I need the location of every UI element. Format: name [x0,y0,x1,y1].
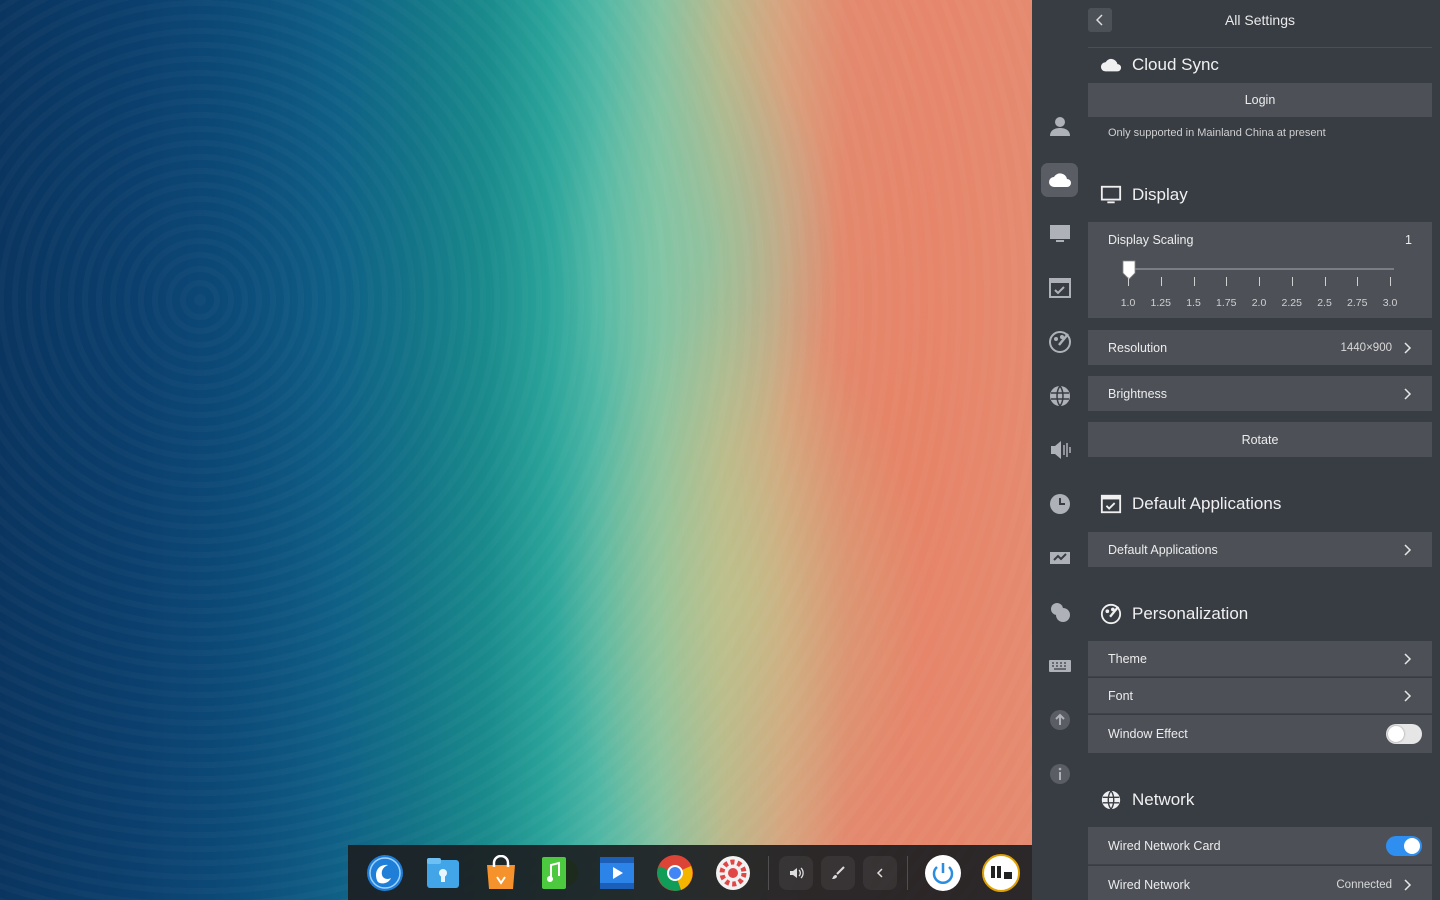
resolution-row[interactable]: Resolution 1440×900 [1088,330,1432,365]
personalization-icon[interactable] [1041,325,1078,359]
dock [348,845,1032,900]
display-scaling-value: 1 [1405,233,1412,247]
resolution-value: 1440×900 [1340,341,1393,354]
datetime-icon[interactable] [1041,487,1078,521]
scaling-tick [1291,277,1293,286]
dock-separator [907,855,908,890]
palette-icon [1100,603,1122,625]
login-button[interactable]: Login [1088,83,1432,117]
display-section-title: Display [1100,184,1188,206]
scaling-tick-label: 2.25 [1281,297,1302,309]
wired-network-status: Connected [1336,879,1392,891]
brightness-label: Brightness [1108,386,1168,401]
wired-network-row[interactable]: Wired Network Connected [1088,866,1432,900]
launcher-icon[interactable] [364,852,406,894]
power-management-icon[interactable] [1041,541,1078,575]
app-store-icon[interactable] [480,852,522,894]
chevron-right-icon [1404,387,1412,400]
scaling-tick [1160,277,1162,286]
window-effect-label: Window Effect [1108,727,1188,741]
keyboard-icon[interactable] [1041,649,1078,683]
scaling-tick [1193,277,1195,286]
display-scaling-label: Display Scaling [1108,233,1194,247]
scaling-tick-label: 1.25 [1150,297,1171,309]
brush-icon[interactable] [821,855,855,890]
settings-icon[interactable] [712,852,754,894]
settings-content: All Settings Cloud Sync Login Only suppo… [1088,0,1440,900]
cloud-sync-section-title: Cloud Sync [1100,54,1219,76]
sound-icon[interactable] [1041,433,1078,467]
file-manager-icon[interactable] [422,852,464,894]
font-label: Font [1108,688,1134,703]
rotate-button[interactable]: Rotate [1088,422,1432,457]
window-effect-toggle[interactable] [1386,724,1422,744]
display-scaling-row: Display Scaling 1 1.0 1.25 1.5 1.75 2.0 2.25 2… [1088,222,1432,318]
page-title: All Settings [1224,12,1296,28]
chevron-right-icon [1404,543,1412,556]
chrome-icon[interactable] [654,852,696,894]
desktop-wallpaper [0,0,1032,900]
collapse-icon[interactable] [863,855,897,890]
nav-rail [1032,0,1088,900]
music-icon[interactable] [538,852,580,894]
default-apps-icon [1100,494,1122,514]
wired-card-label: Wired Network Card [1108,838,1221,853]
wired-card-toggle[interactable] [1386,835,1422,856]
wired-network-card-row: Wired Network Card [1088,827,1432,865]
update-icon[interactable] [1041,703,1078,737]
default-apps-icon[interactable] [1041,271,1078,305]
window-effect-row: Window Effect [1088,715,1432,753]
mouse-icon[interactable] [1041,595,1078,629]
power-icon[interactable] [922,852,964,894]
clock-icon[interactable] [980,852,1022,894]
scaling-tick-label: 1.5 [1186,297,1201,309]
default-apps-row[interactable]: Default Applications [1088,532,1432,567]
chevron-right-icon [1404,341,1412,354]
scaling-tick-label: 2.0 [1251,297,1267,309]
dock-separator [768,855,769,890]
default-apps-section-title: Default Applications [1100,493,1281,515]
scaling-tick [1259,277,1260,286]
theme-label: Theme [1108,651,1147,666]
accounts-icon[interactable] [1041,109,1078,143]
scaling-tick-label: 2.75 [1347,297,1368,309]
default-apps-label: Default Applications [1108,542,1218,557]
chevron-right-icon [1404,879,1412,891]
brightness-row[interactable]: Brightness [1088,376,1432,411]
scaling-tick-label: 1.75 [1216,297,1237,309]
scaling-tick-label: 3.0 [1382,297,1398,309]
movie-icon[interactable] [596,852,638,894]
personalization-section-title: Personalization [1100,603,1248,625]
wired-network-label: Wired Network [1108,878,1190,892]
volume-icon[interactable] [779,855,813,890]
display-icon[interactable] [1041,217,1078,251]
system-info-icon[interactable] [1041,757,1078,791]
scaling-tick [1357,277,1359,286]
control-center-panel: All Settings Cloud Sync Login Only suppo… [1032,0,1440,900]
scaling-tick [1390,277,1391,286]
header: All Settings [1088,0,1432,48]
resolution-label: Resolution [1108,340,1168,355]
chevron-right-icon [1404,689,1412,702]
scaling-tick [1128,277,1129,286]
scaling-tick-label: 1.0 [1120,297,1136,309]
theme-row[interactable]: Theme [1088,641,1432,677]
cloud-icon [1100,58,1122,72]
scaling-tick [1226,277,1228,286]
scaling-slider-handle[interactable] [1122,260,1136,280]
network-icon[interactable] [1041,379,1078,413]
cloud-sync-icon[interactable] [1041,163,1078,197]
scaling-slider-track[interactable] [1128,268,1394,270]
cloud-sync-note: Only supported in Mainland China at pres… [1108,127,1326,139]
network-globe-icon [1101,790,1121,810]
network-section-title: Network [1100,789,1194,811]
font-row[interactable]: Font [1088,678,1432,714]
scaling-tick-label: 2.5 [1317,297,1332,309]
scaling-tick [1324,277,1326,286]
monitor-icon [1100,185,1122,204]
chevron-right-icon [1404,652,1412,665]
